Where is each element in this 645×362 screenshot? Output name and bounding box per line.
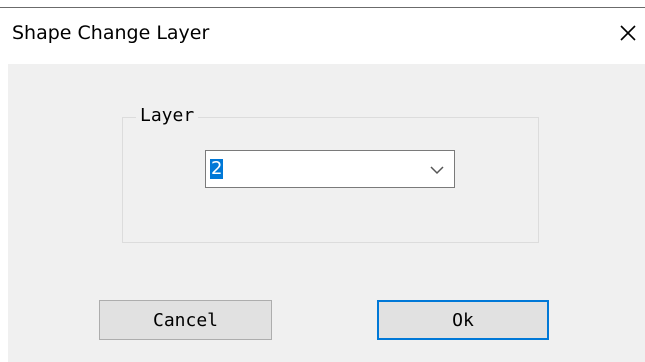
window-top-border xyxy=(0,7,645,8)
cancel-button[interactable]: Cancel xyxy=(99,300,272,340)
layer-combo-value: 2 xyxy=(210,158,224,179)
layer-combobox[interactable]: 2 xyxy=(205,150,455,188)
chevron-down-icon[interactable] xyxy=(428,161,446,179)
dialog-title: Shape Change Layer xyxy=(12,22,210,44)
ok-button[interactable]: Ok xyxy=(377,300,549,340)
layer-group-label: Layer xyxy=(136,105,199,126)
close-icon[interactable] xyxy=(615,20,641,46)
